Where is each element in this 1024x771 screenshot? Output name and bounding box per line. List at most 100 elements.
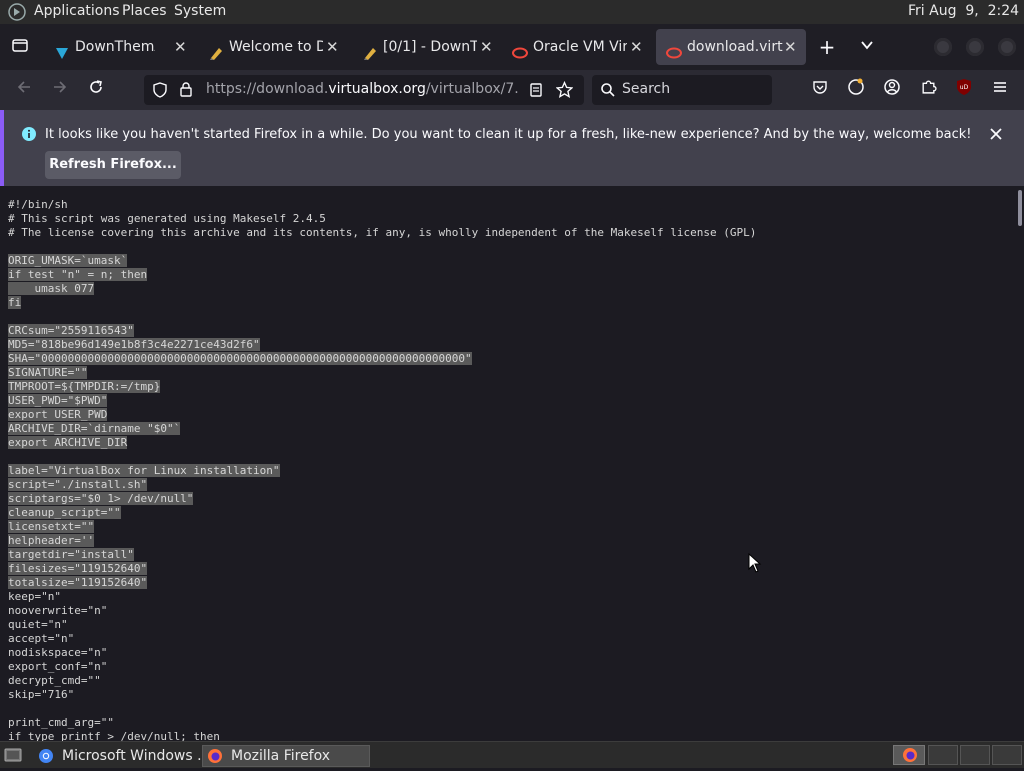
close-icon[interactable]: ✕ <box>630 29 643 65</box>
code-line: nodiskspace="n" <box>8 646 756 660</box>
code-line: export USER_PWD <box>8 408 756 422</box>
show-desktop-icon[interactable] <box>4 746 22 768</box>
ublock-origin-icon[interactable]: uD <box>952 78 976 102</box>
places-menu[interactable]: Places <box>122 3 167 19</box>
pocket-icon[interactable] <box>808 78 832 102</box>
url-text[interactable]: https://download.virtualbox.org/virtualb… <box>206 81 518 97</box>
code-line-text: if type printf > /dev/null; then <box>8 730 220 741</box>
code-line-text: totalsize="119152640" <box>8 576 148 589</box>
tab-downthemall[interactable]: DownThemAll! ✕ <box>44 29 192 65</box>
script-text[interactable]: #!/bin/sh # This script was generated usi… <box>8 198 756 741</box>
pencil-icon <box>362 39 378 60</box>
code-line: skip="716" <box>8 688 756 702</box>
code-line: print_cmd_arg="" <box>8 716 756 730</box>
page-content[interactable]: #!/bin/sh # This script was generated usi… <box>0 188 1016 741</box>
extensions-icon[interactable] <box>916 78 940 102</box>
code-line: export_conf="n" <box>8 660 756 674</box>
tracking-shield-icon[interactable] <box>152 82 168 102</box>
url-bar[interactable]: https://download.virtualbox.org/virtualb… <box>144 75 584 105</box>
search-placeholder: Search <box>622 81 671 97</box>
applications-menu[interactable]: Applications <box>34 3 120 19</box>
tab-overview-icon[interactable] <box>8 35 32 59</box>
workspace-4[interactable] <box>992 745 1022 765</box>
code-line-text: export_conf="n" <box>8 660 108 673</box>
close-icon[interactable]: ✕ <box>480 29 493 65</box>
workspace-2[interactable] <box>928 745 958 765</box>
code-line-text: umask 077 <box>8 282 95 295</box>
forward-arrow-icon[interactable] <box>48 78 72 102</box>
code-line-text: if test "n" = n; then <box>8 268 148 281</box>
code-line: quiet="n" <box>8 618 756 632</box>
search-bar[interactable]: Search <box>592 75 772 105</box>
close-icon[interactable]: ✕ <box>326 29 339 65</box>
code-line-text: nodiskspace="n" <box>8 646 108 659</box>
vertical-scrollbar[interactable] <box>1016 188 1024 741</box>
tab-welcome[interactable]: Welcome to Do ✕ <box>198 29 346 65</box>
tab-download-virtualbox[interactable]: download.virtua ✕ <box>656 29 806 65</box>
scrollbar-thumb[interactable] <box>1018 190 1022 226</box>
code-line-text: # This script was generated using Makese… <box>8 212 326 225</box>
code-line: USER_PWD="$PWD" <box>8 394 756 408</box>
bookmark-star-icon[interactable] <box>555 80 574 102</box>
maximize-window-icon[interactable] <box>966 38 984 56</box>
code-line: MD5="818be96d149e1b8f3c4e2271ce43d2f6" <box>8 338 756 352</box>
mouse-cursor-icon <box>748 552 762 577</box>
workspace-3[interactable] <box>960 745 990 765</box>
code-line: export ARCHIVE_DIR <box>8 436 756 450</box>
code-line: ORIG_UMASK=`umask` <box>8 254 756 268</box>
close-icon[interactable] <box>989 126 1003 145</box>
code-line: keep="n" <box>8 590 756 604</box>
code-line-text: nooverwrite="n" <box>8 604 108 617</box>
taskbar-item-firefox[interactable]: Mozilla Firefox <box>202 745 370 767</box>
tab-label: download.virtua <box>687 39 783 55</box>
firefox-view-icon[interactable] <box>844 78 868 102</box>
svg-text:uD: uD <box>960 84 969 91</box>
taskbar-item-chrome[interactable]: Microsoft Windows ... <box>34 745 210 767</box>
tab-oracle-vm[interactable]: Oracle VM Virtu ✕ <box>502 29 652 65</box>
taskbar-item-label: Microsoft Windows ... <box>62 748 211 764</box>
code-line-text: skip="716" <box>8 688 75 701</box>
lock-icon[interactable] <box>178 81 194 101</box>
new-tab-icon[interactable]: + <box>815 35 839 59</box>
refresh-firefox-button[interactable]: Refresh Firefox... <box>45 151 181 179</box>
account-icon[interactable] <box>880 78 904 102</box>
code-line-text: print_cmd_arg="" <box>8 716 114 729</box>
code-line: nooverwrite="n" <box>8 604 756 618</box>
code-line: if test "n" = n; then <box>8 268 756 282</box>
code-line-text: CRCsum="2559116543" <box>8 324 134 337</box>
minimize-window-icon[interactable] <box>934 38 952 56</box>
code-line-text: # The license covering this archive and … <box>8 226 757 239</box>
code-line: targetdir="install" <box>8 548 756 562</box>
code-line: fi <box>8 296 756 310</box>
tab-bar: DownThemAll! ✕ Welcome to Do ✕ [0/1] - D… <box>0 24 1024 70</box>
tab-downthemall-progress[interactable]: [0/1] - DownThe ✕ <box>352 29 500 65</box>
url-prefix: https://download. <box>206 81 329 97</box>
url-domain: virtualbox.org <box>328 81 426 97</box>
clock[interactable]: Fri Aug 9, 2:24 PM <box>908 3 1024 19</box>
list-all-tabs-icon[interactable] <box>855 35 879 59</box>
code-line-text: accept="n" <box>8 632 75 645</box>
close-window-icon[interactable] <box>998 38 1016 56</box>
kali-logo-icon[interactable] <box>8 3 26 25</box>
close-icon[interactable]: ✕ <box>784 29 797 65</box>
back-arrow-icon[interactable] <box>12 78 36 102</box>
code-line: cleanup_script="" <box>8 506 756 520</box>
hamburger-menu-icon[interactable] <box>988 78 1012 102</box>
top-panel: Applications Places System Fri Aug 9, 2:… <box>0 0 1024 24</box>
close-icon[interactable]: ✕ <box>174 29 187 65</box>
search-icon <box>600 82 616 102</box>
notification-message: It looks like you haven't started Firefo… <box>45 127 972 142</box>
code-line: SHA="00000000000000000000000000000000000… <box>8 352 756 366</box>
code-line-text: quiet="n" <box>8 618 68 631</box>
reload-icon[interactable] <box>84 78 108 102</box>
reader-view-icon[interactable] <box>528 82 544 102</box>
workspace-switcher[interactable] <box>893 745 925 765</box>
code-line: TMPROOT=${TMPDIR:=/tmp} <box>8 380 756 394</box>
refresh-firefox-notification: It looks like you haven't started Firefo… <box>0 110 1024 186</box>
code-line-text: helpheader='' <box>8 534 95 547</box>
code-line: #!/bin/sh <box>8 198 756 212</box>
oracle-icon <box>512 39 528 59</box>
system-menu[interactable]: System <box>174 3 226 19</box>
